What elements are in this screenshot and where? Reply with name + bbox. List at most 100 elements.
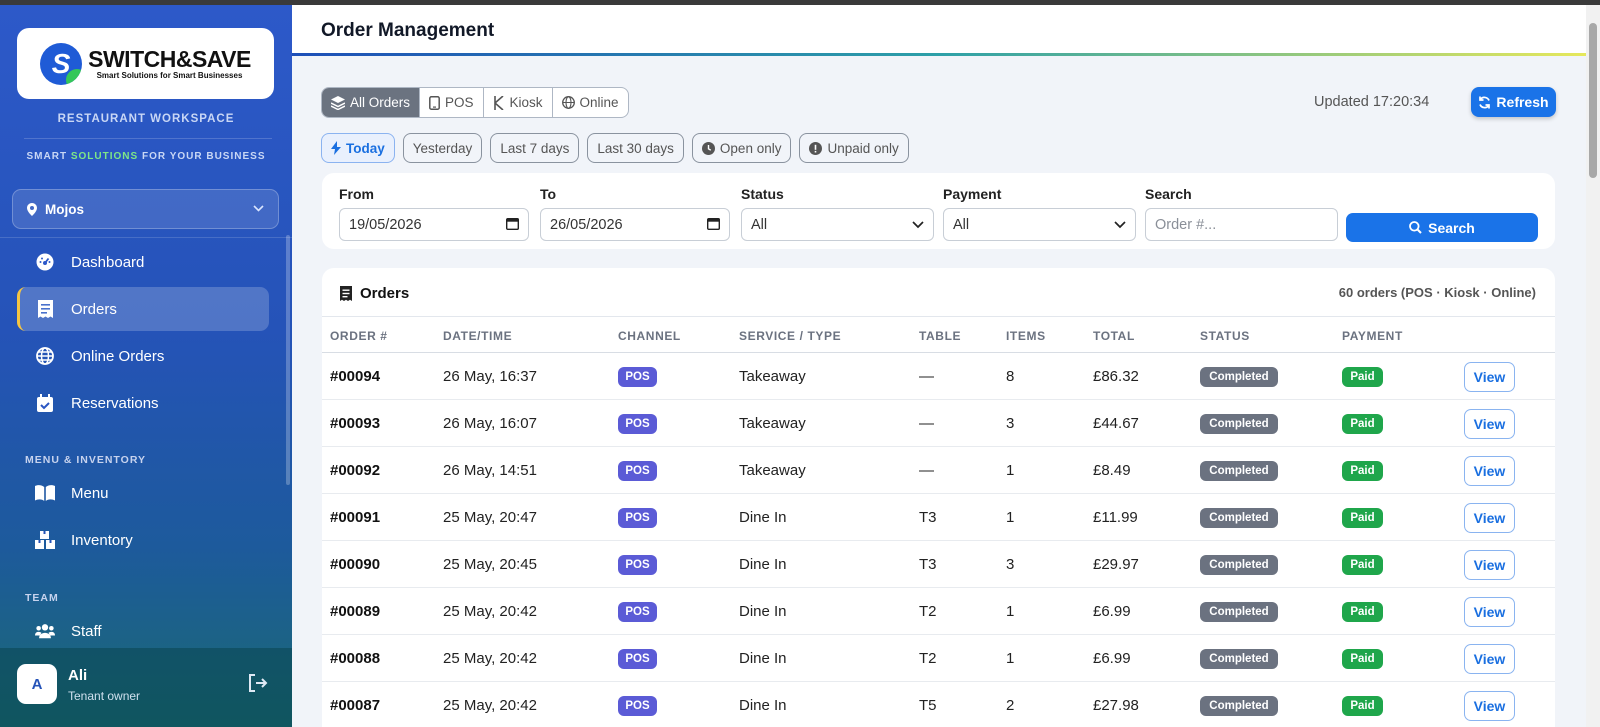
channel-badge: POS [618,649,657,669]
receipt-icon [35,299,55,319]
refresh-button[interactable]: Refresh [1471,87,1556,117]
page-scrollbar[interactable] [1586,5,1600,727]
orders-table-card: Orders 60 orders (POS · Kiosk · Online) … [322,268,1555,727]
logout-icon[interactable] [248,674,268,694]
col-status[interactable]: STATUS [1200,329,1250,343]
col-table[interactable]: TABLE [919,329,961,343]
sidebar-item-dashboard[interactable]: Dashboard [17,240,269,284]
sidebar-item-inventory[interactable]: Inventory [17,518,269,562]
order-number[interactable]: #00094 [330,368,380,385]
sidebar-item-staff[interactable]: Staff [17,609,269,653]
users-icon [35,621,55,641]
sidebar-item-label: Inventory [71,531,133,549]
brand-logo[interactable]: S SWITCH&SAVE Smart Solutions for Smart … [17,28,274,99]
table-row[interactable]: #00092 26 May, 14:51 POS Takeaway — 1 £8.49 Com… [322,447,1555,494]
channel-badge: POS [618,555,657,575]
payment-badge: Paid [1342,414,1383,434]
order-total: £86.32 [1093,368,1139,385]
view-order-button[interactable]: View [1464,550,1515,580]
tab-kiosk[interactable]: Kiosk [484,88,553,117]
order-number[interactable]: #00093 [330,415,380,432]
view-order-button[interactable]: View [1464,597,1515,627]
table-row[interactable]: #00094 26 May, 16:37 POS Takeaway — 8 £86.32 Co… [322,353,1555,400]
scrollbar-thumb[interactable] [1589,23,1597,178]
sidebar-item-online-orders[interactable]: Online Orders [17,334,269,378]
avatar[interactable]: A [17,664,57,704]
status-badge: Completed [1200,461,1278,481]
order-number[interactable]: #00092 [330,462,380,479]
order-number[interactable]: #00088 [330,650,380,667]
page-header: Order Management [292,5,1586,56]
globe-icon [35,346,55,366]
tab-all-orders[interactable]: All Orders [322,88,421,117]
location-select[interactable]: Mojos [12,189,279,229]
tab-pos[interactable]: POS [420,88,484,117]
calendar-icon[interactable] [505,217,520,233]
sidebar-item-orders[interactable]: Orders [17,287,269,331]
table-number: — [919,462,934,479]
order-total: £6.99 [1093,650,1131,667]
search-button[interactable]: Search [1346,213,1538,242]
col-service[interactable]: SERVICE / TYPE [739,329,841,343]
col-channel[interactable]: CHANNEL [618,329,681,343]
table-row[interactable]: #00087 25 May, 20:42 POS Dine In T5 2 £27.98 Co… [322,682,1555,727]
from-date-input[interactable]: 19/05/2026 [339,208,529,241]
order-number[interactable]: #00090 [330,556,380,573]
order-datetime: 25 May, 20:45 [443,556,537,573]
section-team: TEAM [25,592,59,604]
view-order-button[interactable]: View [1464,503,1515,533]
col-order[interactable]: ORDER # [330,329,388,343]
sidebar-scrollbar[interactable] [286,235,290,485]
col-items[interactable]: ITEMS [1006,329,1046,343]
filter-unpaid-only[interactable]: Unpaid only [799,133,909,163]
order-number[interactable]: #00091 [330,509,380,526]
payment-select[interactable]: All [943,208,1136,241]
to-date-input[interactable]: 26/05/2026 [540,208,730,241]
table-row[interactable]: #00089 25 May, 20:42 POS Dine In T2 1 £6.99 Com… [322,588,1555,635]
col-payment[interactable]: PAYMENT [1342,329,1403,343]
status-select[interactable]: All [741,208,934,241]
logo-name: SWITCH&SAVE [88,45,251,72]
sidebar-separator [0,237,292,238]
col-total[interactable]: TOTAL [1093,329,1135,343]
table-row[interactable]: #00093 26 May, 16:07 POS Takeaway — 3 £44.67 Co… [322,400,1555,447]
items-count: 1 [1006,603,1015,620]
dashboard-icon [35,252,55,272]
filter-open-only[interactable]: Open only [691,133,792,163]
sidebar-item-label: Reservations [71,394,159,412]
sidebar-item-reservations[interactable]: Reservations [17,381,269,425]
payment-badge: Paid [1342,555,1383,575]
filter-today[interactable]: Today [321,133,395,163]
payment-badge: Paid [1342,696,1383,716]
sidebar-item-label: Dashboard [71,253,145,271]
table-row[interactable]: #00091 25 May, 20:47 POS Dine In T3 1 £11.99 Co… [322,494,1555,541]
view-order-button[interactable]: View [1464,362,1515,392]
order-number[interactable]: #00087 [330,697,380,714]
order-number[interactable]: #00089 [330,603,380,620]
service-type: Dine In [739,697,787,714]
col-datetime[interactable]: DATE/TIME [443,329,512,343]
view-order-button[interactable]: View [1464,456,1515,486]
table-row[interactable]: #00088 25 May, 20:42 POS Dine In T2 1 £6.99 Com… [322,635,1555,682]
table-row[interactable]: #00090 25 May, 20:45 POS Dine In T3 3 £29.97 Co… [322,541,1555,588]
search-input[interactable]: Order #... [1145,208,1338,241]
order-total: £44.67 [1093,415,1139,432]
card-divider [322,316,1555,317]
filter-yesterday[interactable]: Yesterday [402,133,483,163]
search-icon [1409,221,1422,234]
boxes-icon [35,530,55,550]
channel-badge: POS [618,696,657,716]
chevron-down-icon [253,203,264,215]
filter-last-30-days[interactable]: Last 30 days [587,133,684,163]
tab-online[interactable]: Online [553,88,628,117]
calendar-icon[interactable] [706,217,721,233]
order-datetime: 25 May, 20:42 [443,603,537,620]
view-order-button[interactable]: View [1464,644,1515,674]
search-label: Search [1145,186,1192,202]
window-top-bar [0,0,1600,5]
sidebar-item-menu[interactable]: Menu [17,471,269,515]
filter-last-7-days[interactable]: Last 7 days [490,133,580,163]
view-order-button[interactable]: View [1464,409,1515,439]
table-number: T3 [919,556,937,573]
view-order-button[interactable]: View [1464,691,1515,721]
